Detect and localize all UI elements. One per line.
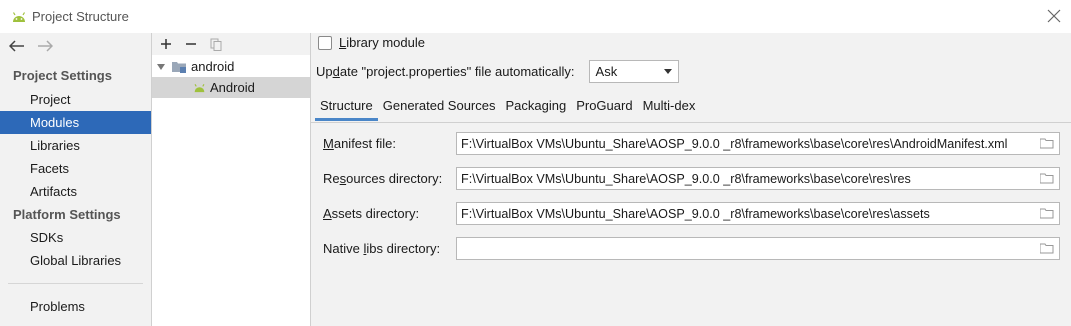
assets-directory-field[interactable]: F:\VirtualBox VMs\Ubuntu_Share\AOSP_9.0.…	[456, 202, 1060, 225]
select-value: Ask	[595, 64, 618, 79]
arrow-left-icon[interactable]	[8, 37, 26, 55]
minus-icon[interactable]	[183, 36, 199, 52]
android-icon	[11, 10, 27, 24]
sidebar-divider	[8, 283, 143, 284]
sidebar-item-sdks[interactable]: SDKs	[0, 226, 151, 249]
library-module-label: Library module	[339, 35, 425, 50]
sidebar-item-problems[interactable]: Problems	[0, 295, 151, 318]
field-value: F:\VirtualBox VMs\Ubuntu_Share\AOSP_9.0.…	[461, 136, 1008, 151]
tree-node-android-facet[interactable]: Android	[152, 77, 310, 98]
update-properties-label: Update "project.properties" file automat…	[316, 64, 575, 79]
plus-icon[interactable]	[158, 36, 174, 52]
tab-packaging[interactable]: Packaging	[500, 93, 571, 121]
copy-icon[interactable]	[208, 36, 224, 52]
library-module-checkbox[interactable]	[318, 35, 332, 50]
sidebar-item-global-libraries[interactable]: Global Libraries	[0, 249, 151, 272]
native-libs-directory-field[interactable]	[456, 237, 1060, 260]
expand-arrow-icon[interactable]	[156, 63, 166, 70]
platform-settings-header: Platform Settings	[13, 207, 121, 222]
sidebar-item-modules[interactable]: Modules	[0, 111, 151, 134]
tree-toolbar	[152, 33, 310, 55]
resources-directory-row: Resources directory: F:\VirtualBox VMs\U…	[323, 167, 1060, 190]
folder-browse-icon[interactable]	[1038, 171, 1056, 186]
facet-settings-panel: Library module Update "project.propertie…	[311, 33, 1071, 326]
library-module-row[interactable]: Library module	[318, 35, 425, 50]
window-title: Project Structure	[32, 9, 129, 24]
arrow-right-icon[interactable]	[36, 37, 54, 55]
update-properties-select[interactable]: Ask	[588, 60, 679, 83]
project-settings-header: Project Settings	[13, 68, 112, 83]
tab-structure[interactable]: Structure	[315, 93, 378, 121]
manifest-file-row: Manifest file: F:\VirtualBox VMs\Ubuntu_…	[323, 132, 1060, 155]
manifest-file-label: Manifest file:	[323, 136, 396, 151]
resources-directory-field[interactable]: F:\VirtualBox VMs\Ubuntu_Share\AOSP_9.0.…	[456, 167, 1060, 190]
tree-node-label: android	[191, 59, 235, 74]
tab-generated-sources[interactable]: Generated Sources	[378, 93, 501, 121]
resources-directory-label: Resources directory:	[323, 171, 443, 186]
tree-node-android-module[interactable]: android	[152, 56, 310, 77]
facet-tabs: Structure Generated Sources Packaging Pr…	[311, 93, 1071, 121]
folder-module-icon	[172, 60, 187, 73]
manifest-file-field[interactable]: F:\VirtualBox VMs\Ubuntu_Share\AOSP_9.0.…	[456, 132, 1060, 155]
structure-tab-body: Manifest file: F:\VirtualBox VMs\Ubuntu_…	[311, 122, 1071, 326]
title-bar: Project Structure	[0, 0, 1071, 33]
tree-node-label: Android	[210, 80, 255, 95]
update-properties-row: Update "project.properties" file automat…	[316, 60, 679, 83]
module-tree-pane: android Android	[152, 33, 311, 326]
field-value: F:\VirtualBox VMs\Ubuntu_Share\AOSP_9.0.…	[461, 171, 911, 186]
android-facet-icon	[193, 83, 206, 93]
native-libs-directory-label: Native libs directory:	[323, 241, 441, 256]
folder-browse-icon[interactable]	[1038, 136, 1056, 151]
sidebar-item-facets[interactable]: Facets	[0, 157, 151, 180]
folder-browse-icon[interactable]	[1038, 206, 1056, 221]
tab-proguard[interactable]: ProGuard	[571, 93, 637, 121]
field-value: F:\VirtualBox VMs\Ubuntu_Share\AOSP_9.0.…	[461, 206, 930, 221]
sidebar-item-libraries[interactable]: Libraries	[0, 134, 151, 157]
tab-multi-dex[interactable]: Multi-dex	[638, 93, 701, 121]
chevron-down-icon	[663, 69, 672, 74]
sidebar-item-artifacts[interactable]: Artifacts	[0, 180, 151, 203]
folder-browse-icon[interactable]	[1038, 241, 1056, 256]
assets-directory-label: Assets directory:	[323, 206, 420, 221]
settings-sidebar: Project Settings Project Modules Librari…	[0, 33, 152, 326]
close-icon[interactable]	[1045, 7, 1063, 25]
native-libs-directory-row: Native libs directory:	[323, 237, 1060, 260]
sidebar-item-project[interactable]: Project	[0, 88, 151, 111]
assets-directory-row: Assets directory: F:\VirtualBox VMs\Ubun…	[323, 202, 1060, 225]
